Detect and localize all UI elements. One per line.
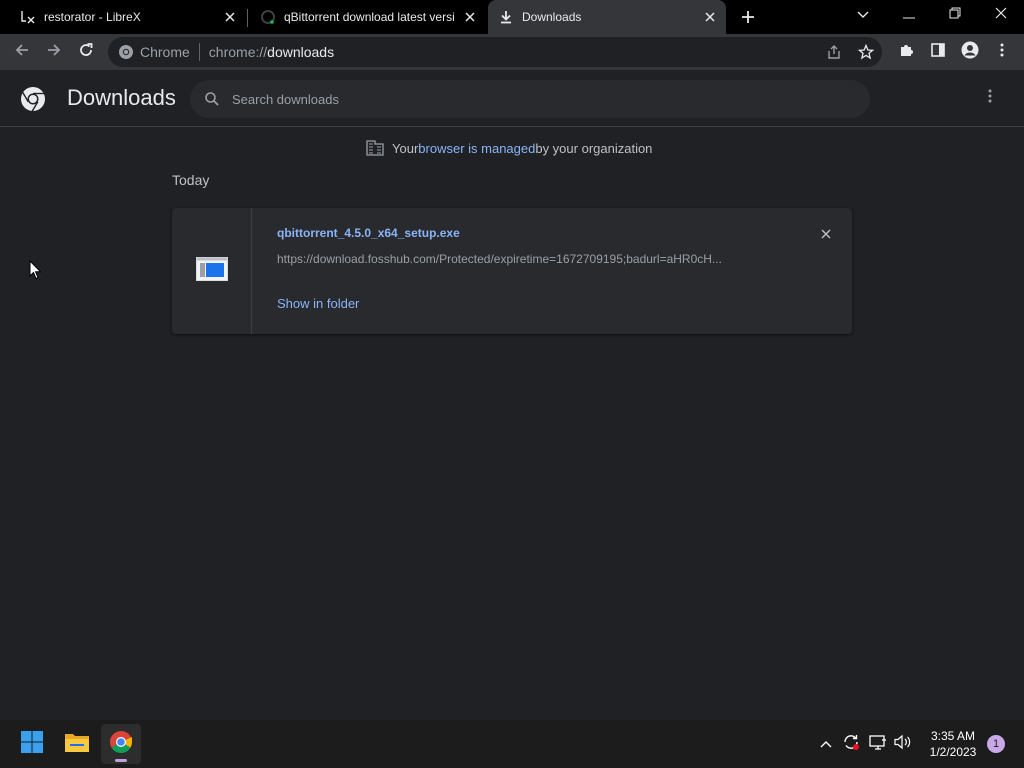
chrome-taskbar-button[interactable] <box>101 724 141 764</box>
more-vertical-icon <box>988 89 992 108</box>
star-icon[interactable] <box>857 43 875 65</box>
chrome-icon <box>109 730 133 759</box>
downloads-menu-button[interactable] <box>980 86 1000 110</box>
tab-search-button[interactable] <box>840 0 886 30</box>
minimize-icon <box>903 6 915 24</box>
share-icon[interactable] <box>826 44 842 65</box>
managed-suffix: by your organization <box>535 140 653 156</box>
file-explorer-button[interactable] <box>57 724 97 764</box>
puzzle-icon <box>898 42 914 63</box>
side-panel-icon <box>930 42 946 63</box>
side-panel-button[interactable] <box>926 40 950 64</box>
restore-button[interactable] <box>932 0 978 30</box>
exe-file-icon <box>195 256 228 286</box>
clock[interactable]: 3:35 AM 1/2/2023 <box>916 728 990 760</box>
loading-icon <box>260 9 276 25</box>
new-tab-button[interactable] <box>737 6 759 28</box>
remove-download-button[interactable] <box>816 225 836 245</box>
speaker-icon <box>894 734 912 755</box>
url-text: chrome://downloads <box>209 44 334 60</box>
close-icon[interactable] <box>462 9 478 25</box>
close-icon <box>995 6 1007 24</box>
tray-overflow-button[interactable] <box>814 732 838 756</box>
arrow-right-icon <box>46 42 62 63</box>
librex-icon <box>20 9 36 25</box>
notification-badge[interactable]: 1 <box>987 735 1005 753</box>
extensions-button[interactable] <box>894 40 918 64</box>
download-icon <box>498 9 514 25</box>
tab-librex[interactable]: restorator - LibreX <box>0 0 246 34</box>
arrow-left-icon <box>14 42 30 63</box>
close-window-button[interactable] <box>978 0 1024 30</box>
search-input[interactable]: Search downloads <box>190 80 870 118</box>
reload-button[interactable] <box>74 40 98 64</box>
page-title: Downloads <box>67 85 176 110</box>
sync-status-button[interactable] <box>839 732 863 756</box>
network-button[interactable] <box>866 732 890 756</box>
folder-icon <box>64 731 90 758</box>
windows-icon <box>20 730 44 759</box>
network-icon <box>869 734 887 755</box>
close-icon[interactable] <box>702 9 718 25</box>
file-icon-column <box>172 208 252 334</box>
download-item: qbittorrent_4.5.0_x64_setup.exe https://… <box>172 208 852 334</box>
restore-icon <box>949 6 961 24</box>
date-section-header: Today <box>172 172 210 188</box>
sync-icon <box>842 733 860 756</box>
url-host: downloads <box>267 44 335 60</box>
browser-toolbar: Chrome chrome://downloads <box>0 34 1024 70</box>
url-prefix: chrome:// <box>208 44 268 60</box>
tab-downloads[interactable]: Downloads <box>488 0 726 34</box>
profile-button[interactable] <box>958 40 982 64</box>
tab-title: restorator - LibreX <box>44 10 141 24</box>
reload-icon <box>78 42 94 63</box>
clock-time: 3:35 AM <box>930 729 976 743</box>
forward-button[interactable] <box>42 40 66 64</box>
search-placeholder: Search downloads <box>232 91 339 107</box>
show-in-folder-link[interactable]: Show in folder <box>277 296 359 311</box>
avatar-icon <box>961 41 979 64</box>
clock-date: 1/2/2023 <box>929 745 977 759</box>
managed-notice: Your browser is managed by your organiza… <box>366 140 652 156</box>
menu-button[interactable] <box>990 40 1014 64</box>
taskbar: 3:35 AM 1/2/2023 <box>0 720 1024 768</box>
search-icon <box>204 91 220 107</box>
volume-button[interactable] <box>891 732 915 756</box>
chevron-down-icon <box>857 6 869 24</box>
tab-title: qBittorrent download latest versi <box>284 10 455 24</box>
managed-prefix: Your <box>392 140 419 156</box>
close-icon <box>821 226 831 244</box>
start-button[interactable] <box>12 724 52 764</box>
downloads-header: Downloads Search downloads <box>0 70 1024 127</box>
chrome-logo-icon <box>20 86 46 117</box>
more-vertical-icon <box>1000 43 1004 62</box>
scheme-label: Chrome <box>140 44 190 60</box>
chevron-up-icon <box>820 735 832 753</box>
download-url: https://download.fosshub.com/Protected/e… <box>277 252 722 266</box>
back-button[interactable] <box>10 40 34 64</box>
chrome-icon <box>118 44 134 60</box>
download-filename[interactable]: qbittorrent_4.5.0_x64_setup.exe <box>277 226 460 240</box>
active-indicator <box>115 759 127 762</box>
mouse-cursor <box>29 259 42 285</box>
minimize-button[interactable] <box>886 0 932 30</box>
tab-strip: restorator - LibreX qBittorrent download… <box>0 0 1024 34</box>
managed-link[interactable]: browser is managed <box>418 141 535 156</box>
divider <box>198 43 200 61</box>
tab-title: Downloads <box>522 10 582 24</box>
close-icon[interactable] <box>222 9 238 25</box>
address-bar[interactable]: Chrome chrome://downloads <box>108 37 882 67</box>
building-icon <box>366 140 384 156</box>
tab-qbittorrent[interactable]: qBittorrent download latest versi <box>248 0 486 34</box>
